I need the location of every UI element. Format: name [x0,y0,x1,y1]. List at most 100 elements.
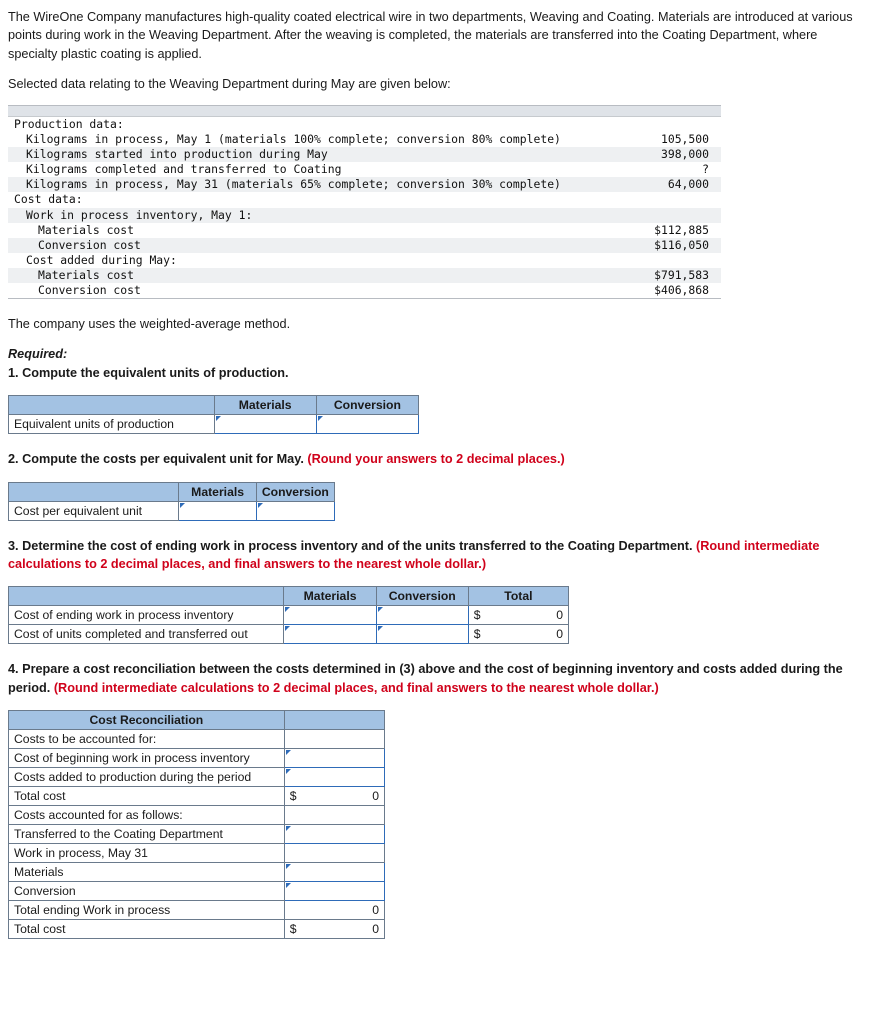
data-table-row: Kilograms completed and transferred to C… [8,162,721,177]
data-row-value [644,253,721,268]
q3-row0-total-value: 0 [556,608,563,623]
data-row-value [644,117,721,132]
data-table-row: Materials cost $791,583 [8,267,721,283]
data-table-row: Conversion cost $116,050 [8,237,721,253]
table-row: Cost of beginning work in process invent… [8,748,386,769]
question-3-text: 3. Determine the cost of ending work in … [8,537,865,574]
q2-conversion-input[interactable] [255,500,336,521]
question-2-text: 2. Compute the costs per equivalent unit… [8,450,865,468]
q3-text: 3. Determine the cost of ending work in … [8,538,697,553]
data-table-row: Work in process inventory, May 1: [8,207,721,223]
q4-row-4-blank [283,805,386,826]
q2-materials-input[interactable] [178,500,257,521]
data-row-label: Conversion cost [8,237,645,253]
q4-row-label-0: Costs to be accounted for: [8,729,285,750]
q3-header-total: Total [467,586,570,607]
q3-row1-conversion-input[interactable] [375,624,469,645]
data-table-header-bar [8,106,721,118]
data-row-label: Kilograms in process, May 31 (materials … [8,177,645,193]
data-table-row: Production data: [8,117,721,132]
q4-row-label-6: Work in process, May 31 [8,843,285,864]
data-row-label: Kilograms completed and transferred to C… [26,162,342,177]
data-row-value: $116,050 [644,237,721,253]
q1-header-materials: Materials [213,395,317,416]
q4-row-10-value: $0 [283,919,386,940]
q4-row-label-3: Total cost [8,786,285,807]
q4-row-9-amount: 0 [372,903,379,918]
data-row-label: Kilograms in process, May 1 (materials 1… [26,132,561,147]
table-row: Total cost $0 [8,786,386,807]
data-row-value: 398,000 [644,147,721,163]
q3-row0-conversion-input[interactable] [375,605,469,626]
data-table-row: Materials cost $112,885 [8,223,721,238]
table-row: Cost of units completed and transferred … [7,624,570,645]
data-row-value: $406,868 [654,282,709,297]
q4-row-8-input[interactable] [283,881,386,902]
q4-row-label-7: Materials [8,862,285,883]
q4-row-0-blank [283,729,386,750]
data-row-value [644,207,721,223]
q3-row0-materials-input[interactable] [283,605,377,626]
q4-row-1-input[interactable] [283,748,386,769]
q4-row-label-4: Costs accounted for as follows: [8,805,285,826]
q1-conversion-input[interactable] [315,414,420,435]
dollar-sign: $ [289,922,297,937]
q4-row-label-1: Cost of beginning work in process invent… [8,748,285,769]
data-row-value: 105,500 [660,132,709,147]
table-row: Conversion [8,881,386,902]
equivalent-units-table: Materials Conversion Equivalent units of… [8,395,420,435]
table-row: Transferred to the Coating Department [8,824,386,845]
data-table-row: Conversion cost $406,868 [8,283,721,298]
required-label: Required: [8,346,68,361]
q4-row-9-value: 0 [283,900,386,921]
production-cost-data-table: Production data: Kilograms in process, Ma… [8,105,721,299]
data-table-row: Kilograms in process, May 1 (materials 1… [8,132,721,147]
dollar-sign: $ [289,789,297,804]
table-row: Costs added to production during the per… [8,767,386,788]
table-row: Materials Conversion [7,481,336,502]
table-row: Materials Conversion [8,395,420,416]
dollar-sign: $ [473,627,481,642]
q3-row1-total-value: 0 [556,627,563,642]
data-row-value: $112,885 [654,222,709,237]
data-table-row: Cost data: [8,192,721,207]
data-row-label: Cost added during May: [26,252,177,267]
q2-header-materials: Materials [178,481,257,502]
q4-row-7-input[interactable] [283,862,386,883]
q4-row-2-input[interactable] [283,767,386,788]
table-row: Materials Conversion Total [7,586,570,607]
q4-row-label-2: Costs added to production during the per… [8,767,285,788]
q2-text: 2. Compute the costs per equivalent unit… [8,452,308,467]
q4-row-label-5: Transferred to the Coating Department [8,824,285,845]
table-row: Cost per equivalent unit [7,500,336,521]
question-1-text: 1. Compute the equivalent units of produ… [8,364,865,382]
q4-title-blank [283,710,386,731]
selected-data-line: Selected data relating to the Weaving De… [8,77,451,92]
data-row-label: Conversion cost [38,282,141,297]
q3-row1-materials-input[interactable] [283,624,377,645]
q3-header-conversion: Conversion [375,586,469,607]
q3-header-blank [7,586,285,607]
table-row: Cost Reconciliation [8,710,386,731]
intro-paragraph: The WireOne Company manufactures high-qu… [8,10,853,61]
q4-row-10-amount: 0 [372,922,379,937]
q4-title: Cost Reconciliation [8,710,285,731]
q4-rounding-note: (Round intermediate calculations to 2 de… [53,680,659,695]
q3-row1-total: $0 [467,624,570,645]
table-row: Materials [8,862,386,883]
data-row-label: Materials cost [38,222,135,237]
q4-row-label-9: Total ending Work in process [8,900,285,921]
table-row: Total cost $0 [8,919,386,940]
q4-row-5-input[interactable] [283,824,386,845]
q4-row-3-amount: 0 [372,789,379,804]
data-row-value: $791,583 [644,267,721,283]
ending-wip-and-transferred-out-table: Materials Conversion Total Cost of endin… [7,586,570,645]
q4-row-6-blank [283,843,386,864]
q2-rounding-note: (Round your answers to 2 decimal places.… [307,452,565,467]
q3-row-label-1: Cost of units completed and transferred … [7,624,285,645]
q1-materials-input[interactable] [213,414,317,435]
table-row: Equivalent units of production [8,414,420,435]
q2-header-conversion: Conversion [255,481,336,502]
q2-row-label: Cost per equivalent unit [7,500,180,521]
q1-text: 1. Compute the equivalent units of produ… [8,365,289,380]
